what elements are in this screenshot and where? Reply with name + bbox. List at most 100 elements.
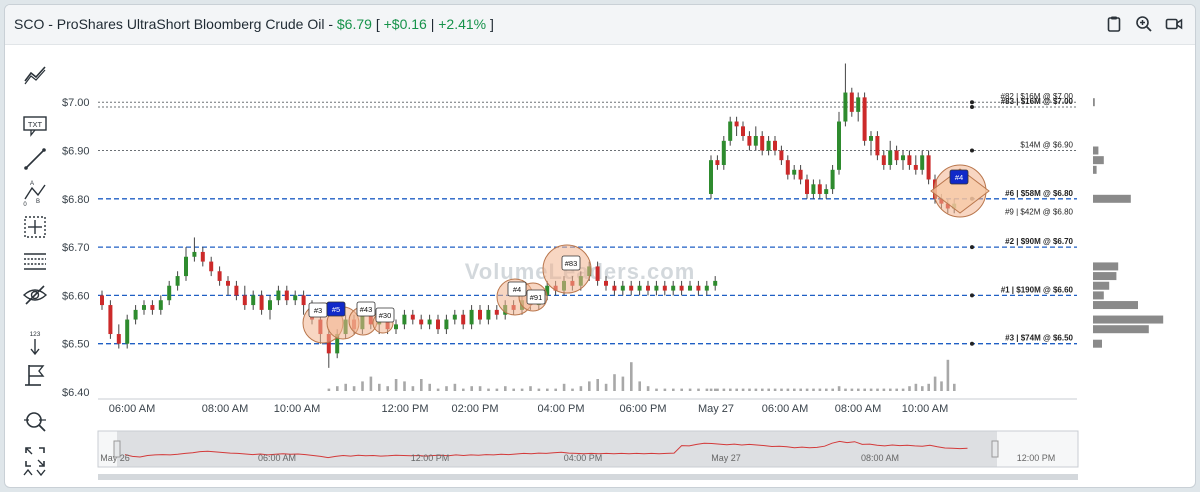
volume-bar: [793, 388, 796, 391]
candle-body: [595, 266, 600, 281]
volume-bar: [428, 383, 431, 391]
volume-bar: [638, 381, 641, 391]
candle-body: [410, 314, 415, 320]
volume-bar: [876, 388, 879, 391]
volume-bar: [672, 388, 675, 391]
candle-body: [209, 261, 214, 272]
trade-marker-label: #91: [530, 293, 543, 302]
level-label: #1 | $190M @ $6.60: [1001, 285, 1074, 294]
volume-bar: [613, 374, 616, 391]
volume-bar: [882, 388, 886, 391]
candle-body: [688, 285, 692, 291]
level-label: #2 | $90M @ $6.70: [1005, 237, 1073, 246]
y-tick-label: $6.70: [62, 242, 90, 254]
volume-bar: [504, 386, 507, 391]
volume-bar: [761, 388, 764, 391]
candle-body: [824, 189, 829, 194]
candle-body: [798, 169, 803, 180]
volume-bar: [604, 383, 608, 391]
volume-bar: [837, 386, 841, 391]
candle-body: [913, 164, 918, 170]
volume-profile-bar: [1093, 339, 1102, 348]
candle-body: [805, 179, 809, 194]
candle-body: [402, 314, 407, 325]
candle-body: [747, 136, 752, 146]
volume-bar: [571, 388, 574, 391]
candle-body: [646, 285, 650, 291]
volume-bar: [596, 379, 599, 391]
level-label: #6 | $58M @ $6.80: [1005, 189, 1073, 198]
level-dot: [970, 105, 974, 110]
volume-bar: [495, 388, 499, 391]
x-tick-label: 10:00 AM: [274, 403, 320, 415]
candle-body: [167, 285, 172, 301]
volume-profile-bar: [1093, 262, 1119, 271]
candle-body: [637, 285, 642, 291]
plot-area: VolumeLeaders.com$7.00$6.90$6.80$6.70$6.…: [62, 63, 1164, 415]
candle-body: [620, 285, 625, 291]
candle-body: [284, 290, 289, 301]
volume-bar: [403, 381, 406, 391]
chart-window: SCO - ProShares UltraShort Bloomberg Cru…: [4, 4, 1196, 488]
volume-bar: [462, 388, 465, 391]
candle-body: [662, 285, 667, 291]
candle-body: [469, 309, 474, 325]
candle-body: [108, 305, 113, 335]
y-tick-label: $7.00: [62, 97, 90, 109]
volume-bar: [369, 376, 373, 391]
volume-bar: [914, 383, 918, 391]
navigator-handle-right: [991, 440, 999, 458]
candle-body: [234, 285, 239, 296]
candle-body: [837, 121, 841, 170]
candle-body: [444, 319, 449, 330]
candle-body: [741, 126, 745, 137]
candle-body: [817, 184, 822, 194]
x-tick-label: 10:00 AM: [902, 403, 948, 415]
volume-bar: [327, 388, 331, 391]
candle-body: [734, 121, 739, 127]
candle-body: [709, 160, 713, 194]
candle-body: [679, 285, 684, 291]
candle-body: [133, 309, 138, 320]
volume-bar: [812, 388, 815, 391]
volume-bar: [546, 388, 549, 391]
volume-bar: [901, 388, 905, 391]
candle-body: [125, 319, 130, 344]
volume-bar: [378, 383, 381, 391]
candle-body: [713, 280, 718, 286]
candle-body: [394, 324, 398, 330]
y-tick-label: $6.80: [62, 194, 90, 206]
price-chart[interactable]: VolumeLeaders.com$7.00$6.90$6.80$6.70$6.…: [5, 5, 1196, 488]
candle-body: [856, 97, 861, 112]
navigator-label: 06:00 AM: [258, 453, 296, 463]
candle-body: [268, 300, 272, 310]
volume-bar: [705, 388, 709, 391]
volume-profile-bar: [1093, 291, 1104, 300]
trade-marker-label: #83: [565, 259, 578, 268]
volume-bar: [729, 388, 732, 391]
candle-body: [888, 150, 893, 165]
y-tick-label: $6.90: [62, 146, 90, 158]
candle-body: [301, 295, 306, 306]
volume-bar: [767, 388, 770, 391]
volume-bar: [436, 388, 440, 391]
candle-body: [494, 309, 499, 315]
volume-bar: [352, 386, 356, 391]
volume-bar: [818, 388, 822, 391]
x-tick-label: 12:00 PM: [381, 403, 428, 415]
candle-body: [217, 271, 222, 281]
trade-marker-label: #5: [332, 305, 340, 314]
volume-bar: [386, 386, 389, 391]
candle-body: [920, 155, 925, 170]
candle-body: [158, 300, 163, 310]
volume-bar: [844, 388, 847, 391]
candle-body: [226, 280, 230, 286]
candle-body: [251, 295, 256, 306]
x-tick-label: 02:00 PM: [451, 403, 498, 415]
candle-body: [654, 285, 659, 291]
x-tick-label: 08:00 AM: [202, 403, 248, 415]
level-label: #83 | $16M @ $7.00: [1001, 97, 1074, 106]
volume-bar: [512, 388, 515, 391]
trade-marker-label: #43: [360, 305, 373, 314]
volume-profile-bar: [1093, 301, 1138, 310]
